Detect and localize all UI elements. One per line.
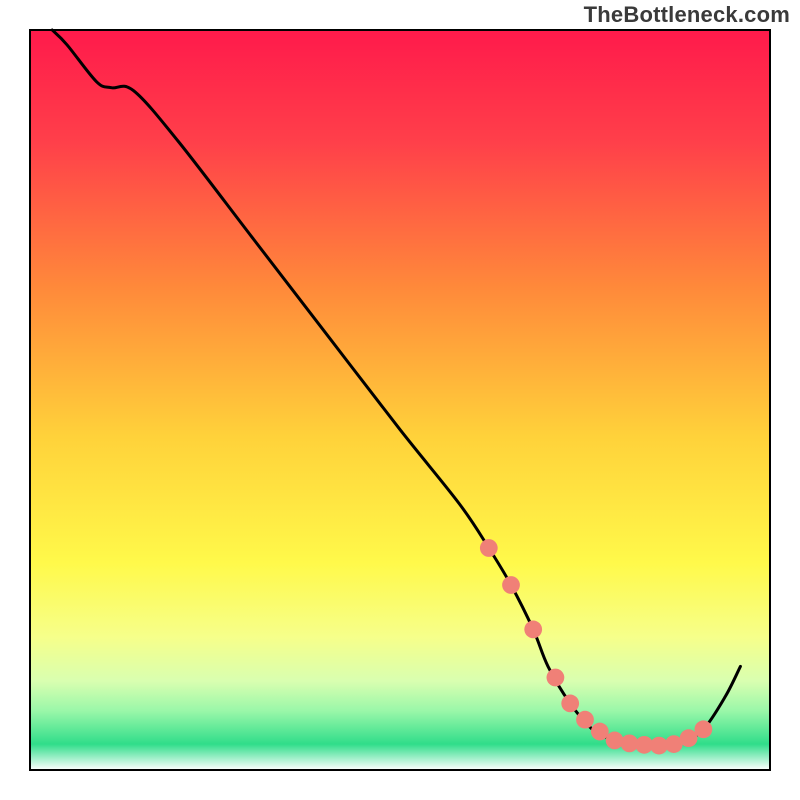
marker-point bbox=[480, 539, 498, 557]
marker-point bbox=[576, 711, 594, 729]
marker-point bbox=[695, 720, 713, 738]
marker-point bbox=[680, 729, 698, 747]
marker-point bbox=[606, 732, 624, 750]
chart-stage: TheBottleneck.com bbox=[0, 0, 800, 800]
marker-point bbox=[561, 695, 579, 713]
marker-point bbox=[547, 669, 565, 687]
plot-background bbox=[30, 30, 770, 770]
marker-point bbox=[591, 723, 609, 741]
marker-point bbox=[524, 621, 542, 639]
marker-point bbox=[502, 576, 520, 594]
bottleneck-chart bbox=[0, 0, 800, 800]
